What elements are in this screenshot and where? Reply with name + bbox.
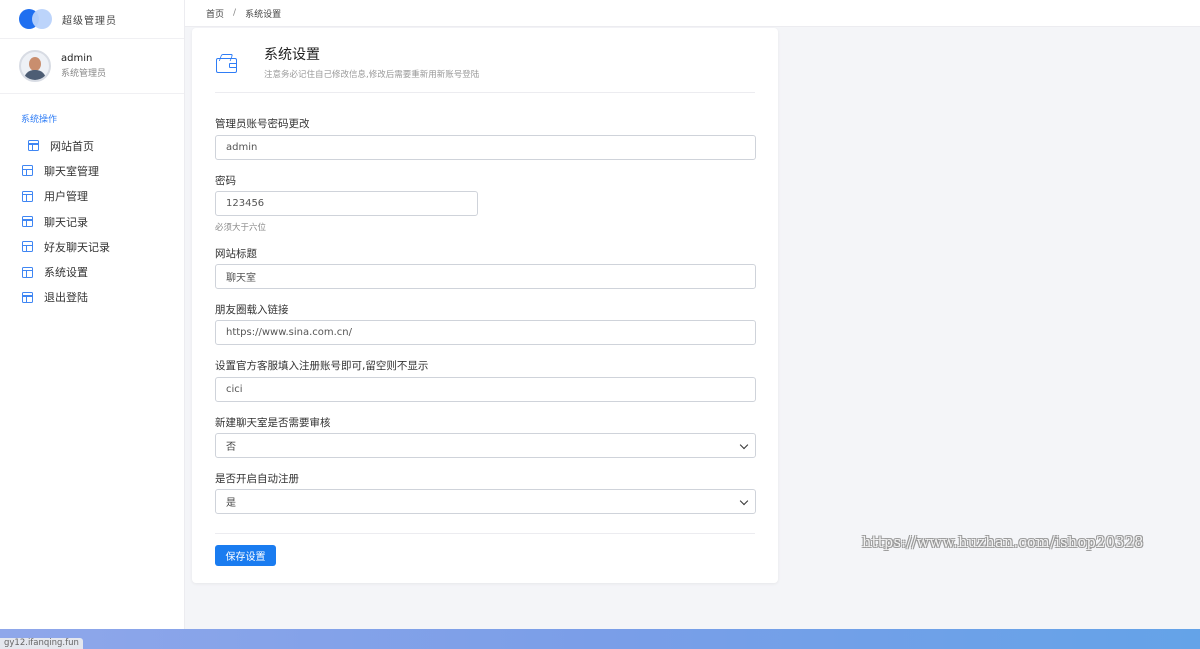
- layout-icon: [22, 216, 33, 228]
- layout-icon: [22, 291, 33, 303]
- sidebar: 超级管理员 admin 系统管理员 系统操作 网站首页 聊天室管理 用户管理 聊…: [0, 0, 185, 629]
- moments-link-label: 朋友圈载入链接: [215, 304, 289, 316]
- sidebar-item-label: 退出登陆: [44, 291, 88, 305]
- layout-icon: [28, 140, 39, 152]
- site-title-label: 网站标题: [215, 248, 257, 260]
- chevron-down-icon: [739, 496, 749, 506]
- breadcrumb: 首页 / 系统设置: [185, 0, 1200, 27]
- layout-icon: [22, 266, 33, 278]
- moments-link-input[interactable]: [215, 320, 756, 345]
- layout-icon: [22, 241, 33, 253]
- brand-logo-icon: [19, 9, 53, 29]
- breadcrumb-separator: /: [233, 8, 237, 18]
- sidebar-item-label: 系统设置: [44, 266, 88, 280]
- sidebar-item-friend-chat-logs[interactable]: 好友聊天记录: [0, 234, 184, 259]
- sidebar-item-chatrooms[interactable]: 聊天室管理: [0, 158, 184, 183]
- page-subtitle: 注意务必记住自己修改信息,修改后需要重新用新账号登陆: [264, 70, 480, 80]
- card-header: 系统设置 注意务必记住自己修改信息,修改后需要重新用新账号登陆: [215, 44, 755, 93]
- form-divider: [215, 533, 755, 534]
- auto-register-select[interactable]: 是: [215, 489, 756, 514]
- sidebar-item-settings[interactable]: 系统设置: [0, 259, 184, 284]
- sidebar-item-logout[interactable]: 退出登陆: [0, 285, 184, 310]
- breadcrumb-current: 系统设置: [245, 9, 282, 20]
- nav-section-title: 系统操作: [21, 115, 58, 125]
- user-name: admin: [61, 53, 93, 64]
- brand[interactable]: 超级管理员: [0, 0, 184, 38]
- sidebar-item-label: 网站首页: [50, 139, 94, 153]
- sidebar-item-label: 聊天室管理: [44, 164, 99, 178]
- wallet-icon: [215, 53, 239, 75]
- room-review-label: 新建聊天室是否需要审核: [215, 417, 331, 429]
- sidebar-nav: 网站首页 聊天室管理 用户管理 聊天记录 好友聊天记录 系统设置 退出登陆: [0, 133, 184, 310]
- avatar[interactable]: [19, 50, 51, 82]
- layout-icon: [22, 190, 33, 202]
- sidebar-item-home[interactable]: 网站首页: [0, 133, 184, 158]
- password-label: 密码: [215, 175, 236, 187]
- settings-card: 系统设置 注意务必记住自己修改信息,修改后需要重新用新账号登陆 管理员账号密码更…: [192, 28, 778, 583]
- password-input[interactable]: [215, 191, 478, 216]
- status-url: gy12.ifanqing.fun: [0, 638, 83, 649]
- save-button[interactable]: 保存设置: [215, 545, 276, 566]
- auto-register-label: 是否开启自动注册: [215, 473, 299, 485]
- password-help: 必须大于六位: [215, 223, 267, 233]
- site-title-input[interactable]: [215, 264, 756, 289]
- support-input[interactable]: [215, 377, 756, 402]
- sidebar-item-label: 用户管理: [44, 190, 88, 204]
- watermark: https://www.huzhan.com/ishop20328: [862, 535, 1144, 551]
- sidebar-item-label: 好友聊天记录: [44, 240, 110, 254]
- room-review-value: 否: [226, 442, 236, 453]
- layout-icon: [22, 165, 33, 177]
- breadcrumb-home[interactable]: 首页: [206, 7, 224, 20]
- account-input[interactable]: [215, 135, 756, 160]
- bottom-bar: [0, 629, 1200, 649]
- chevron-down-icon: [739, 440, 749, 450]
- user-panel: admin 系统管理员: [0, 38, 184, 94]
- page-title: 系统设置: [264, 47, 320, 63]
- sidebar-item-users[interactable]: 用户管理: [0, 184, 184, 209]
- support-label: 设置官方客服填入注册账号即可,留空则不显示: [215, 360, 429, 372]
- auto-register-value: 是: [226, 498, 236, 509]
- room-review-select[interactable]: 否: [215, 433, 756, 458]
- user-role: 系统管理员: [61, 69, 107, 79]
- sidebar-item-label: 聊天记录: [44, 215, 88, 229]
- brand-name: 超级管理员: [62, 15, 117, 27]
- sidebar-item-chat-logs[interactable]: 聊天记录: [0, 209, 184, 234]
- account-label: 管理员账号密码更改: [215, 118, 310, 130]
